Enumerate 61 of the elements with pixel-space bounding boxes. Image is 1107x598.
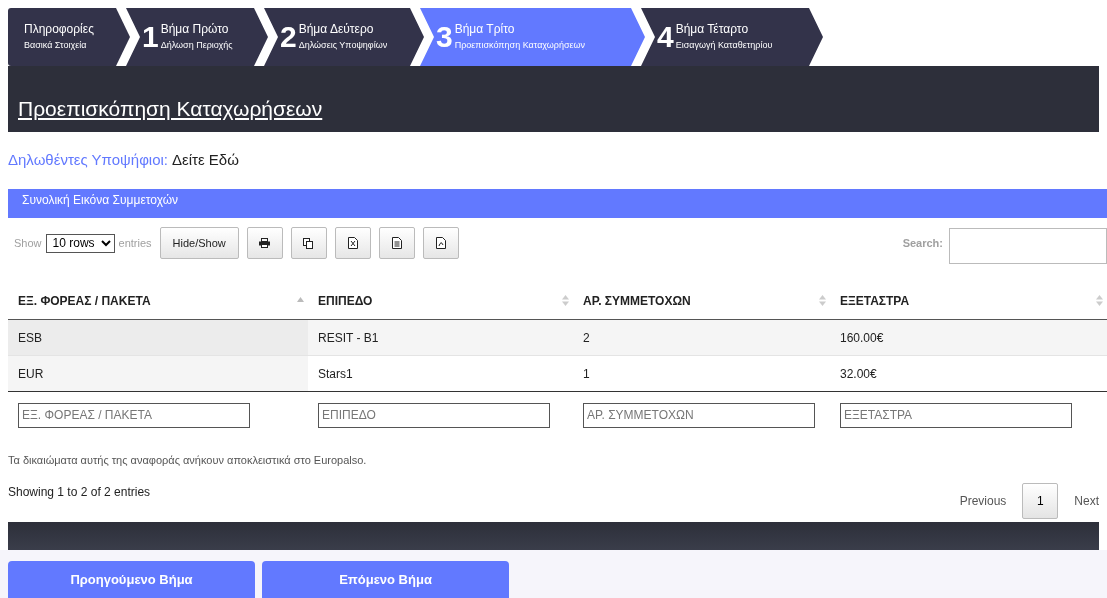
column-filter-field[interactable]: ΕΠΙΠΕΔΟ — [318, 402, 550, 428]
step-nav-button[interactable]: Επόμενο Βήμα — [262, 561, 509, 598]
step-number: 4 — [657, 22, 674, 52]
step-subtitle: Βασικά Στοιχεία — [24, 40, 88, 52]
sort-icon — [562, 295, 569, 306]
file-icon — [391, 237, 402, 249]
step-number: 2 — [280, 22, 297, 52]
column-filter-field[interactable]: ΕΞΕΤΑΣΤΡΑ — [840, 402, 1072, 428]
step-subtitle: Εισαγωγή Καταθετηρίου — [675, 40, 773, 52]
panel-title: Συνολική Εικόνα Συμμετοχών — [22, 192, 178, 209]
table-cell-text: 2 — [582, 329, 591, 347]
entries-info: Showing 1 to 2 of 2 entries — [8, 483, 151, 501]
step-subtitle: Δήλωση Περιοχής — [160, 40, 233, 52]
table-cell-text: Stars1 — [317, 365, 354, 383]
page-button[interactable]: 1 — [1022, 482, 1059, 519]
printer-icon — [259, 238, 271, 248]
table-cell-text: 1 — [582, 365, 591, 383]
export-button[interactable] — [290, 227, 327, 259]
step-title: Βήμα Πρώτο — [160, 22, 230, 38]
column-header[interactable]: ΕΞΕΤΑΣΤΡΑ — [830, 291, 1107, 310]
table-cell: EUR — [8, 356, 308, 391]
copyright-text: Τα δικαιώματα αυτής της αναφοράς ανήκουν αποκλειστικά στο Europalso. — [8, 453, 368, 468]
file-icon — [435, 237, 446, 249]
column-filter-field[interactable]: ΕΞ. ΦΟΡΕΑΣ / ΠΑΚΕΤΑ — [18, 402, 250, 428]
rows-select[interactable]: 10 rows — [45, 233, 115, 253]
search-label: Search: — [902, 235, 943, 251]
export-button[interactable] — [378, 227, 415, 259]
step-title: Πληροφορίες — [24, 22, 94, 38]
export-button[interactable] — [246, 227, 283, 259]
entries-label: entries — [118, 235, 152, 251]
search-field[interactable] — [949, 227, 1107, 264]
column-header[interactable]: ΑΡ. ΣΥΜΜΕΤΟΧΩΝ — [573, 291, 830, 310]
column-header[interactable]: ΕΠΙΠΕΔΟ — [308, 291, 573, 310]
step-subtitle: Προεπισκόπηση Καταχωρήσεων — [454, 40, 586, 52]
export-button[interactable] — [334, 227, 371, 259]
wizard-step[interactable]: Πληροφορίες Βασικά Στοιχεία — [8, 8, 130, 66]
see-here-link[interactable]: Δείτε Εδώ — [172, 149, 239, 172]
step-nav-button[interactable]: Προηγούμενο Βήμα — [8, 561, 255, 598]
step-number: 1 — [142, 22, 159, 52]
show-label: Show — [14, 235, 42, 251]
copy-icon — [303, 237, 315, 249]
export-button[interactable] — [422, 227, 459, 259]
table-cell-text: RESIT - B1 — [317, 329, 380, 347]
column-filter-field[interactable]: ΑΡ. ΣΥΜΜΕΤΟΧΩΝ — [583, 402, 815, 428]
sort-icon — [819, 295, 826, 306]
next-link[interactable]: Next — [1074, 491, 1099, 510]
step-subtitle: Δηλώσεις Υποψηφίων — [298, 40, 388, 52]
candidates-label: Δηλωθέντες Υποψήφιοι: — [8, 150, 169, 171]
table-cell: ESB — [8, 320, 308, 355]
hide-show-button[interactable]: Hide/Show — [159, 227, 239, 259]
table-cell-text: 32.00€ — [839, 365, 878, 383]
table-cell-text: 160.00€ — [839, 329, 885, 347]
step-title: Βήμα Δεύτερο — [298, 22, 375, 38]
file-icon — [347, 237, 358, 249]
step-title: Βήμα Τέταρτο — [675, 22, 750, 38]
sort-icon — [1096, 295, 1103, 306]
previous-link[interactable]: Previous — [959, 491, 1007, 510]
step-number: 3 — [436, 22, 453, 52]
step-title: Βήμα Τρίτο — [454, 22, 516, 38]
page-title: Προεπισκόπηση Καταχωρήσεων — [18, 95, 323, 122]
column-header[interactable]: ΕΞ. ΦΟΡΕΑΣ / ΠΑΚΕΤΑ — [8, 291, 308, 310]
